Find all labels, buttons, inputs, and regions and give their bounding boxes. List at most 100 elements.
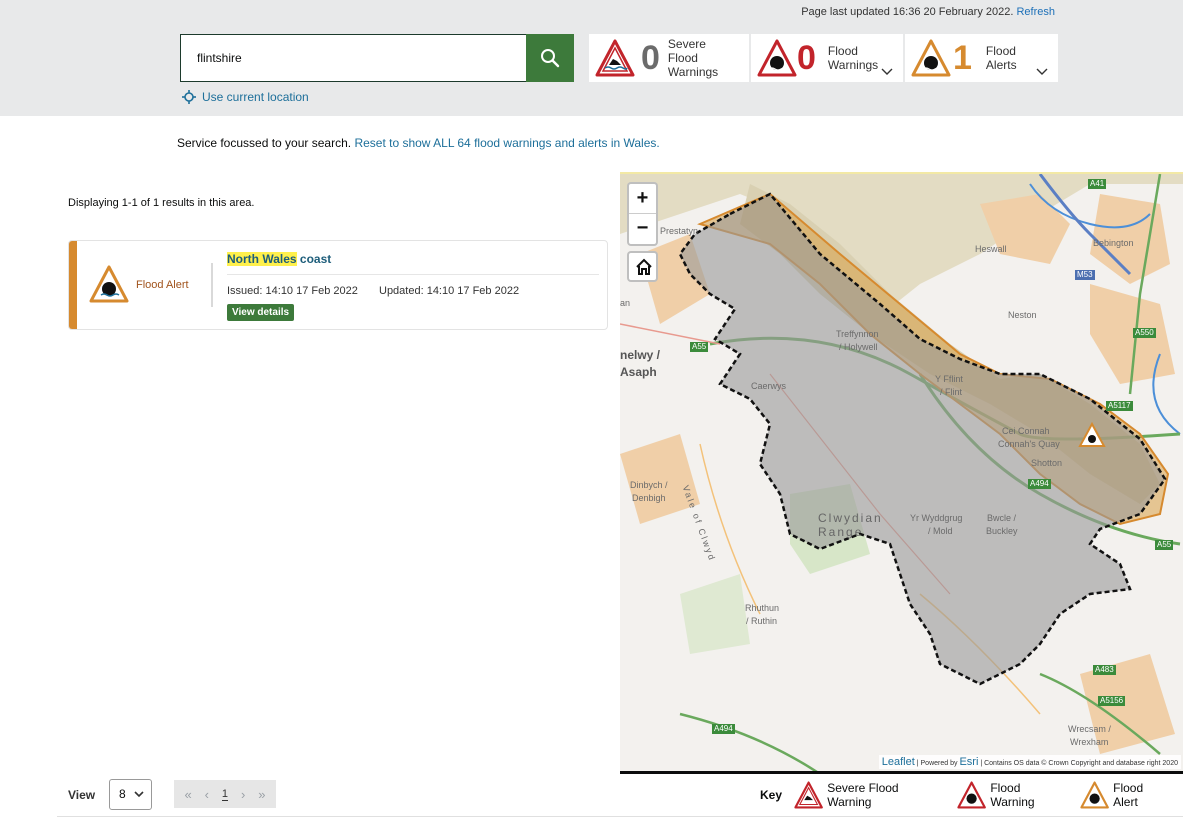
divider bbox=[227, 274, 599, 275]
map-label-st-asaph-2: Asaph bbox=[620, 365, 657, 379]
alert-stripe bbox=[69, 241, 77, 329]
home-icon bbox=[636, 258, 652, 275]
map-label-buckley-1: Bwcle / bbox=[987, 513, 1017, 523]
key-warning: Flood Warning bbox=[957, 781, 1066, 809]
map-label-caerwys: Caerwys bbox=[751, 381, 787, 391]
key-alert-label: Flood Alert bbox=[1113, 781, 1144, 809]
map-label-mold-2: / Mold bbox=[928, 526, 953, 536]
road-a494-south: A494 bbox=[712, 724, 735, 734]
map-label-an: an bbox=[620, 298, 631, 308]
alerts-label-1: Flood bbox=[985, 44, 1016, 58]
zoom-out-button[interactable]: − bbox=[629, 214, 656, 244]
warnings-label-2: Warnings bbox=[827, 58, 879, 72]
leaflet-link[interactable]: Leaflet bbox=[882, 756, 915, 768]
zoom-in-button[interactable]: + bbox=[629, 184, 656, 214]
map-label-wrexham-1: Wrecsam / bbox=[1068, 724, 1111, 734]
map-label-clwydian-1: Clwydian bbox=[818, 511, 883, 525]
divider bbox=[211, 263, 213, 307]
result-area-name[interactable]: North Wales coast bbox=[227, 252, 331, 266]
use-current-location[interactable]: Use current location bbox=[182, 90, 309, 104]
map-label-treffynnon: Treffynnon bbox=[836, 329, 879, 339]
crosshair-icon bbox=[182, 90, 196, 104]
map-label-heswall: Heswall bbox=[975, 244, 1007, 254]
map-label-denbigh-1: Dinbych / bbox=[630, 480, 668, 490]
search-form bbox=[180, 34, 574, 82]
map-key: Key Severe Flood Warning Flood Warning F… bbox=[760, 780, 1183, 810]
flood-map[interactable]: + − Heswall Bebington Neston Treffynnon … bbox=[620, 172, 1183, 774]
search-icon bbox=[541, 49, 560, 68]
severe-count: 0 bbox=[641, 39, 660, 77]
map-label-prestatyn: Prestatyn bbox=[660, 226, 699, 236]
map-label-cei-connah: Cei Connah bbox=[1002, 426, 1050, 436]
current-page[interactable]: 1 bbox=[221, 788, 229, 801]
map-label-ruthin-1: Rhuthun bbox=[745, 603, 780, 613]
map-label-neston: Neston bbox=[1008, 310, 1037, 320]
search-input[interactable] bbox=[180, 34, 527, 82]
key-warning-label: Flood Warning bbox=[990, 781, 1035, 809]
map-label-mold-1: Yr Wyddgrug bbox=[910, 513, 963, 523]
result-card[interactable]: Flood Alert North Wales coast Issued: 14… bbox=[68, 240, 608, 330]
flood-warning-icon bbox=[957, 781, 986, 809]
last-page-button[interactable]: » bbox=[258, 787, 265, 802]
map-label-connahs-quay: Connah's Quay bbox=[998, 439, 1060, 449]
severe-flood-warning-icon bbox=[794, 781, 823, 809]
focus-text: Service focussed to your search. bbox=[177, 136, 352, 150]
road-a550: A550 bbox=[1133, 328, 1156, 338]
results-count: Displaying 1-1 of 1 results in this area… bbox=[68, 197, 255, 209]
road-a494: A494 bbox=[1028, 479, 1051, 489]
map-attribution: Leaflet | Powered by Esri | Contains OS … bbox=[878, 755, 1181, 769]
divider bbox=[57, 816, 1183, 817]
alerts-count: 1 bbox=[953, 39, 972, 77]
search-button[interactable] bbox=[526, 34, 574, 82]
flood-warning-icon bbox=[757, 39, 797, 77]
prev-page-button[interactable]: ‹ bbox=[205, 787, 209, 802]
page-size-select[interactable]: 8 bbox=[109, 779, 152, 810]
map-label-bebington: Bebington bbox=[1093, 238, 1134, 248]
alerts-label-2: Alerts bbox=[985, 58, 1017, 72]
warnings-count: 0 bbox=[797, 39, 816, 77]
flood-warnings-summary[interactable]: 0 Flood Warnings bbox=[751, 34, 903, 82]
severe-warnings-summary[interactable]: 0 Severe Flood Warnings bbox=[589, 34, 749, 82]
result-icon bbox=[89, 265, 129, 308]
map-label-fflint: Y Fflint bbox=[935, 374, 963, 384]
severe-label-1: Severe bbox=[667, 37, 706, 51]
map-label-buckley-2: Buckley bbox=[986, 526, 1018, 536]
esri-link[interactable]: Esri bbox=[959, 756, 978, 768]
road-a41: A41 bbox=[1088, 179, 1107, 189]
map-home-button[interactable] bbox=[627, 251, 658, 282]
next-page-button[interactable]: › bbox=[241, 787, 245, 802]
flood-alert-icon bbox=[1080, 781, 1109, 809]
road-a55-west: A55 bbox=[690, 342, 709, 352]
attribution-rest: | Contains OS data © Crown Copyright and… bbox=[980, 760, 1178, 767]
first-page-button[interactable]: « bbox=[184, 787, 191, 802]
page-size-value: 8 bbox=[119, 787, 126, 801]
area-name-highlight: North Wales bbox=[227, 252, 297, 266]
search-focus-message: Service focussed to your search. Reset t… bbox=[177, 136, 660, 150]
road-a5156: A5156 bbox=[1098, 696, 1126, 706]
severe-label: Severe Flood Warnings bbox=[668, 37, 718, 79]
flood-alerts-summary[interactable]: 1 Flood Alerts bbox=[905, 34, 1058, 82]
severe-flood-warning-icon bbox=[595, 39, 635, 77]
result-updated: Updated: 14:10 17 Feb 2022 bbox=[379, 285, 520, 297]
result-type: Flood Alert bbox=[136, 279, 189, 291]
result-issued: Issued: 14:10 17 Feb 2022 bbox=[227, 285, 358, 297]
attribution-powered: | Powered by bbox=[916, 760, 958, 767]
map-label-wrexham-2: Wrexham bbox=[1070, 737, 1109, 747]
warnings-label: Flood Warnings bbox=[828, 44, 878, 72]
view-details-button[interactable]: View details bbox=[227, 304, 295, 321]
map-label-denbigh-2: Denbigh bbox=[632, 493, 666, 503]
refresh-link[interactable]: Refresh bbox=[1016, 6, 1055, 18]
chevron-down-icon bbox=[881, 68, 893, 75]
last-updated-text: Page last updated 16:36 20 February 2022… bbox=[801, 6, 1014, 18]
road-m53: M53 bbox=[1075, 270, 1095, 280]
road-a5117: A5117 bbox=[1106, 401, 1133, 411]
pagination: « ‹ 1 › » bbox=[174, 780, 276, 808]
map-label-flint: / Flint bbox=[940, 387, 963, 397]
flood-alert-icon bbox=[911, 39, 951, 77]
map-label-holywell: / Holywell bbox=[839, 342, 878, 352]
map-label-st-asaph-1: nelwy / bbox=[620, 348, 661, 362]
map-label-shotton: Shotton bbox=[1031, 458, 1063, 468]
reset-link[interactable]: Reset to show ALL 64 flood warnings and … bbox=[354, 136, 659, 150]
key-alert: Flood Alert bbox=[1080, 781, 1169, 809]
chevron-down-icon bbox=[1036, 68, 1048, 75]
